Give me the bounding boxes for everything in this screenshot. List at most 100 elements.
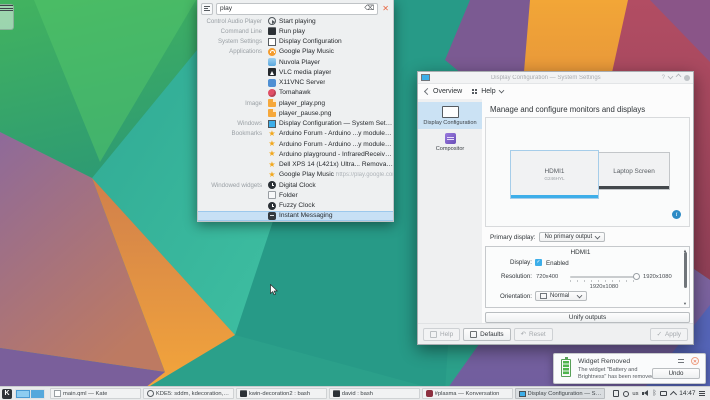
scrollbar-thumb[interactable] [684, 252, 687, 288]
orientation-monitor-icon [540, 293, 547, 299]
result-row-bookmark-gpm[interactable]: Google Play Musichttps://play.google.com… [198, 170, 393, 180]
krunner-search-bar: play ⌫ ✕ [198, 0, 393, 16]
krunner-settings-button[interactable] [201, 3, 213, 15]
settings-sidebar: Display Configuration Compositor [418, 99, 482, 323]
category-label: Applications [198, 48, 268, 55]
digital-clock[interactable]: 14:47 [679, 390, 695, 397]
titlebar-close-icon[interactable] [684, 75, 690, 81]
result-row-nuvola-player[interactable]: Nuvola Player [198, 57, 393, 67]
keyboard-layout-indicator[interactable]: us [632, 391, 638, 397]
monitor-window-icon [268, 120, 276, 128]
defaults-icon [470, 331, 477, 338]
virtual-desktop-pager[interactable] [15, 389, 45, 399]
task-kde5[interactable]: KDE5: sddm, kdecoration, ksysgua... [143, 388, 234, 399]
chevron-left-icon [424, 88, 431, 95]
display-tray-icon[interactable] [660, 391, 667, 396]
result-row-player-pause-png[interactable]: player_pause.png [198, 108, 393, 118]
sidebar-item-compositor[interactable]: Compositor [418, 129, 482, 156]
result-row-display-config-window[interactable]: WindowsDisplay Configuration — System Se… [198, 119, 393, 129]
result-row-bookmark-arduino-playground[interactable]: Arduino playground - InfraredReceivers [198, 149, 393, 159]
result-row-player-play-png[interactable]: Imageplayer_play.png [198, 98, 393, 108]
result-row-bookmark-dell-xps[interactable]: Dell XPS 14 (L421x) Ultra... Removal and… [198, 160, 393, 170]
result-row-vlc[interactable]: VLC media player [198, 67, 393, 77]
result-label: Tomahawk [279, 89, 311, 96]
overview-back-button[interactable]: Overview [425, 88, 462, 95]
unify-outputs-button[interactable]: Unify outputs [485, 312, 690, 323]
monitor-arrangement-area: HDMI1 G246HYL Laptop Screen i [485, 117, 690, 227]
result-row-instant-messaging-selected[interactable]: Instant Messaging [198, 211, 393, 221]
result-row-digital-clock[interactable]: Windowed widgetsDigital Clock [198, 180, 393, 190]
task-david-bash[interactable]: david : bash [329, 388, 420, 399]
application-launcher-button[interactable]: K [2, 389, 12, 399]
task-kate[interactable]: main.qml — Kate [50, 388, 141, 399]
panel-scrollbar[interactable]: ▲ ▼ [683, 249, 687, 305]
volume-icon[interactable] [642, 390, 649, 397]
desktop-1-cell[interactable] [16, 390, 30, 398]
undo-button[interactable]: Undo [652, 368, 700, 379]
tomahawk-app-icon [268, 89, 276, 97]
result-row-bookmark-arduino-2[interactable]: Arduino Forum - Arduino ...y module (MCU… [198, 139, 393, 149]
sidebar-item-display-configuration[interactable]: Display Configuration [418, 102, 482, 129]
desktop-2-cell[interactable] [31, 390, 45, 398]
vlc-cone-icon [268, 68, 276, 76]
result-row-google-play-music[interactable]: ApplicationsGoogle Play Music [198, 47, 393, 57]
taskbar-panel: K main.qml — Kate KDE5: sddm, kdecoratio… [0, 386, 710, 400]
result-row-bookmark-arduino-1[interactable]: BookmarksArduino Forum - Arduino ...y mo… [198, 129, 393, 139]
compositor-icon [445, 133, 456, 144]
system-settings-window: Display Configuration — System Settings … [417, 71, 694, 345]
krunner-results-list: Control Audio PlayerStart playing Comman… [198, 16, 393, 221]
enabled-checkbox[interactable]: ✓ [535, 259, 542, 266]
panel-toolbox-icon[interactable] [699, 391, 705, 397]
help-icon [430, 331, 437, 338]
notification-title: Widget Removed [578, 358, 630, 365]
resolution-max-label: 1920x1080 [643, 274, 672, 280]
result-label: Folder [279, 192, 298, 199]
chevron-down-icon [577, 292, 583, 298]
task-display-configuration-active[interactable]: Display Configuration — System Se... [515, 388, 606, 399]
task-kwin-decoration-bash[interactable]: kwin-decoration2 : bash [236, 388, 327, 399]
clear-input-icon[interactable]: ⌫ [364, 5, 374, 12]
monitor-icon [442, 106, 459, 118]
monitor-box-hdmi1[interactable]: HDMI1 G246HYL [510, 150, 599, 199]
titlebar-maximize-icon[interactable] [676, 74, 682, 80]
monitor-icon [519, 391, 526, 397]
play-circle-icon [268, 17, 276, 25]
dialog-button-row: Help Defaults ↶ Reset ✓ Apply [418, 323, 693, 344]
notification-close-icon[interactable]: ✕ [691, 357, 699, 365]
bluetooth-icon[interactable]: ᛒ [653, 390, 657, 397]
status-circle-icon[interactable] [623, 391, 629, 397]
display-label: Display: [488, 259, 532, 266]
configure-notification-icon[interactable] [678, 359, 684, 364]
krunner-close-icon[interactable]: ✕ [381, 5, 390, 13]
defaults-button[interactable]: Defaults [463, 328, 510, 341]
monitor-box-laptop-screen[interactable]: Laptop Screen [598, 152, 670, 190]
info-icon[interactable]: i [672, 210, 681, 219]
result-row-fuzzy-clock[interactable]: Fuzzy Clock [198, 201, 393, 211]
resolution-slider-handle[interactable] [633, 273, 640, 280]
tray-expander-icon[interactable] [670, 391, 677, 398]
primary-display-combobox[interactable]: No primary output [539, 232, 605, 242]
page-title: Manage and configure monitors and displa… [490, 105, 645, 114]
result-row-run-play[interactable]: Command LineRun play [198, 26, 393, 36]
titlebar-minimize-icon[interactable] [668, 74, 674, 80]
output-settings-panel: HDMI1 Display: ✓ Enabled Resolution: 720… [485, 246, 690, 308]
result-row-folder[interactable]: Folder [198, 190, 393, 200]
resolution-slider-track[interactable] [570, 276, 638, 278]
resolution-min-label: 720x400 [536, 274, 558, 280]
task-konversation[interactable]: #plasma — Konversation [422, 388, 513, 399]
clipboard-icon[interactable] [613, 390, 619, 397]
chevron-down-icon [595, 233, 601, 239]
titlebar-help-icon[interactable]: ? [662, 75, 665, 81]
help-menu-button[interactable]: Help [472, 88, 503, 95]
result-row-tomahawk[interactable]: Tomahawk [198, 88, 393, 98]
desktop-toolbox-button[interactable] [0, 4, 14, 30]
image-file-icon [268, 99, 276, 107]
titlebar[interactable]: Display Configuration — System Settings … [418, 72, 693, 84]
result-row-x11vnc[interactable]: X11VNC Server [198, 78, 393, 88]
result-row-start-playing[interactable]: Control Audio PlayerStart playing [198, 16, 393, 26]
result-row-display-configuration[interactable]: System SettingsDisplay Configuration [198, 37, 393, 47]
scroll-down-arrow[interactable]: ▼ [683, 302, 687, 305]
search-input[interactable]: play ⌫ [216, 3, 378, 15]
orientation-combobox[interactable]: Normal [535, 291, 587, 301]
vnc-app-icon [268, 79, 276, 87]
